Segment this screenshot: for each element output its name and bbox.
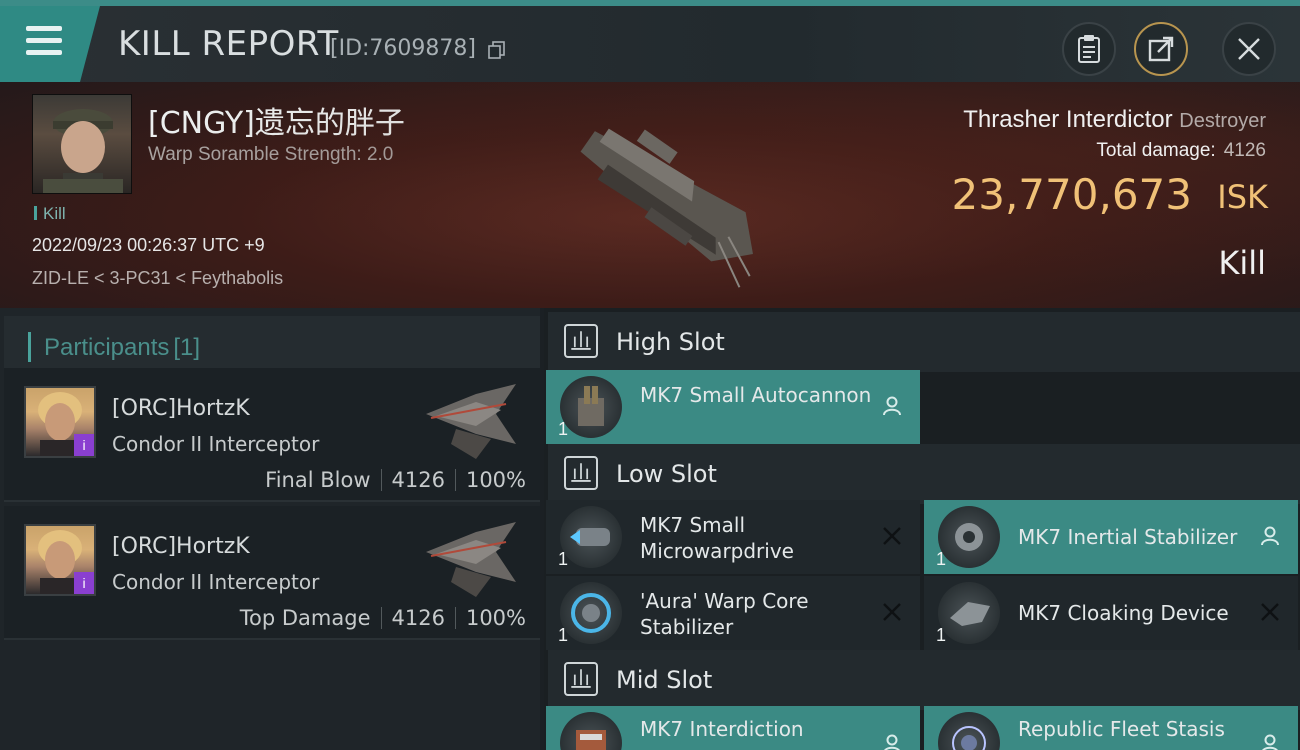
- destroyed-icon: [1261, 603, 1279, 621]
- kill-result: Kill: [1218, 244, 1266, 282]
- victim-ship-image[interactable]: [540, 90, 780, 300]
- participant-row[interactable]: i [ORC]HortzK Condor II Interceptor Fina…: [4, 368, 540, 502]
- module-qty: 1: [558, 549, 569, 569]
- menu-button[interactable]: [0, 6, 100, 82]
- module-item[interactable]: Republic Fleet Stasis: [924, 706, 1298, 750]
- interdiction-icon: [560, 712, 622, 750]
- participant-role: Final Blow: [265, 468, 371, 492]
- participant-name[interactable]: [ORC]HortzK: [112, 534, 250, 559]
- victim-name[interactable]: [CNGY]遗忘的胖子: [148, 98, 405, 142]
- microwarpdrive-icon: [560, 506, 622, 568]
- destroyed-icon: [883, 527, 901, 545]
- top-bar: KILL REPORT [ID:7609878]: [0, 0, 1300, 82]
- page-title: KILL REPORT: [118, 24, 339, 64]
- high-slot-header: High Slot: [548, 312, 1300, 372]
- participant-percent: 100%: [465, 606, 526, 630]
- kill-location[interactable]: ZID-LE < 3-PC31 < Feythabolis: [32, 268, 283, 289]
- victim-subtitle: Warp Soramble Strength: 2.0: [148, 144, 394, 165]
- total-damage-label: Total damage:: [1096, 140, 1216, 161]
- role-badge: i: [74, 572, 94, 594]
- module-item[interactable]: 1 MK7 Inertial Stabilizer: [924, 500, 1298, 574]
- isk-value: 23,770,673: [951, 170, 1192, 219]
- ship-type: Thrasher Interdictor: [963, 106, 1173, 133]
- clipboard-icon: [1078, 35, 1100, 63]
- ship-class: Destroyer: [1179, 110, 1266, 132]
- participants-count: [1]: [173, 334, 201, 361]
- warp-core-stabilizer-icon: [560, 582, 622, 644]
- total-damage: Total damage: 4126: [1096, 140, 1266, 162]
- participant-ship-image[interactable]: [416, 374, 526, 462]
- mid-slot-header: Mid Slot: [548, 650, 1300, 710]
- fitting-panel: High Slot 1 MK7 Small Autocannon Low Slo…: [544, 308, 1300, 750]
- module-name: MK7 Cloaking Device: [1018, 601, 1229, 625]
- participants-title: Participants [1]: [27, 332, 201, 362]
- clipboard-button[interactable]: [1062, 22, 1116, 76]
- hamburger-icon: [26, 26, 62, 62]
- module-item[interactable]: 1 MK7 Small Microwarpdrive: [546, 500, 920, 574]
- participant-ship-image[interactable]: [416, 512, 526, 600]
- module-name: MK7 Interdiction: [640, 717, 804, 741]
- total-damage-value: 4126: [1223, 140, 1266, 161]
- participants-header: Participants [1]: [4, 316, 540, 376]
- module-qty: 1: [558, 419, 569, 439]
- victim-avatar[interactable]: [32, 94, 132, 194]
- mid-slot-icon: [564, 662, 598, 696]
- module-name: MK7 Small Autocannon: [640, 383, 872, 407]
- module-item[interactable]: MK7 Interdiction: [546, 706, 920, 750]
- module-qty: 1: [936, 625, 947, 645]
- participant-stats: Top Damage 4126 100%: [240, 606, 526, 630]
- cloaking-device-icon: [938, 582, 1000, 644]
- destroyed-icon: [883, 603, 901, 621]
- participants-label: Participants: [44, 334, 170, 361]
- low-slot-title: Low Slot: [616, 460, 717, 488]
- report-id: [ID:7609878]: [330, 36, 476, 61]
- participant-stats: Final Blow 4126 100%: [265, 468, 526, 492]
- participant-row[interactable]: i [ORC]HortzK Condor II Interceptor Top …: [4, 506, 540, 640]
- module-name: MK7 Inertial Stabilizer: [1018, 525, 1238, 549]
- low-slot-header: Low Slot: [548, 444, 1300, 504]
- module-name: 'Aura' Warp Core Stabilizer: [640, 589, 809, 639]
- participant-ship[interactable]: Condor II Interceptor: [112, 570, 319, 594]
- participant-ship[interactable]: Condor II Interceptor: [112, 432, 319, 456]
- participant-avatar[interactable]: i: [24, 386, 96, 458]
- participant-damage: 4126: [391, 606, 445, 630]
- participant-name[interactable]: [ORC]HortzK: [112, 396, 250, 421]
- module-name: MK7 Small Microwarpdrive: [640, 513, 794, 563]
- copy-icon[interactable]: [488, 41, 506, 59]
- module-item[interactable]: 1 'Aura' Warp Core Stabilizer: [546, 576, 920, 650]
- person-icon: [1262, 734, 1278, 750]
- person-icon: [1261, 526, 1279, 546]
- participant-avatar[interactable]: i: [24, 524, 96, 596]
- module-name: Republic Fleet Stasis: [1018, 717, 1225, 741]
- participant-percent: 100%: [465, 468, 526, 492]
- stasis-icon: [938, 712, 1000, 750]
- module-qty: 1: [936, 549, 947, 569]
- kill-tag: Kill: [34, 204, 66, 224]
- share-button[interactable]: [1134, 22, 1188, 76]
- module-item[interactable]: 1 MK7 Small Autocannon: [546, 370, 920, 444]
- person-icon: [883, 396, 901, 416]
- kill-summary: [CNGY]遗忘的胖子 Warp Soramble Strength: 2.0 …: [0, 82, 1300, 308]
- module-qty: 1: [558, 625, 569, 645]
- portrait-image: [43, 109, 123, 193]
- ship-name[interactable]: Thrasher Interdictor Destroyer: [963, 106, 1266, 134]
- close-icon: [1238, 38, 1260, 60]
- person-icon: [884, 734, 900, 750]
- low-slot-icon: [564, 456, 598, 490]
- participants-panel: Participants [1] i [ORC]HortzK Condor II …: [0, 308, 540, 750]
- close-button[interactable]: [1222, 22, 1276, 76]
- participant-damage: 4126: [391, 468, 445, 492]
- module-item[interactable]: 1 MK7 Cloaking Device: [924, 576, 1298, 650]
- kill-datetime: 2022/09/23 00:26:37 UTC +9: [32, 235, 265, 255]
- mid-slot-title: Mid Slot: [616, 666, 713, 694]
- isk-unit: ISK: [1217, 178, 1268, 216]
- role-badge: i: [74, 434, 94, 456]
- share-icon: [1148, 36, 1174, 62]
- autocannon-icon: [560, 376, 622, 438]
- high-slot-icon: [564, 324, 598, 358]
- high-slot-title: High Slot: [616, 328, 725, 356]
- participant-role: Top Damage: [239, 606, 371, 630]
- inertial-stabilizer-icon: [938, 506, 1000, 568]
